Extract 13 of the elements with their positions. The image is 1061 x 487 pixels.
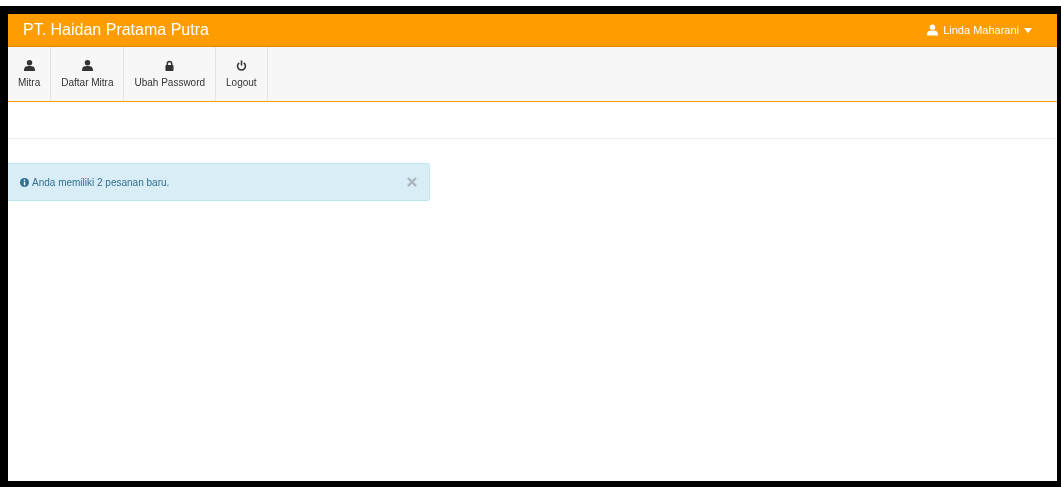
- info-icon: [20, 177, 29, 187]
- toolbar-button[interactable]: Ubah Password: [124, 47, 217, 101]
- toolbar-button[interactable]: Mitra: [8, 47, 52, 101]
- user-icon: [23, 60, 35, 71]
- user-icon: [81, 60, 93, 71]
- close-icon[interactable]: [407, 177, 417, 187]
- power-icon: [235, 60, 247, 71]
- toolbar-button[interactable]: Daftar Mitra: [51, 47, 125, 101]
- user-icon: [927, 24, 939, 36]
- toolbar-button[interactable]: Logout: [216, 47, 268, 101]
- lock-icon: [165, 60, 175, 71]
- alert-message: Anda memiliki 2 pesanan baru.: [32, 176, 171, 188]
- caret-icon: [1024, 27, 1032, 33]
